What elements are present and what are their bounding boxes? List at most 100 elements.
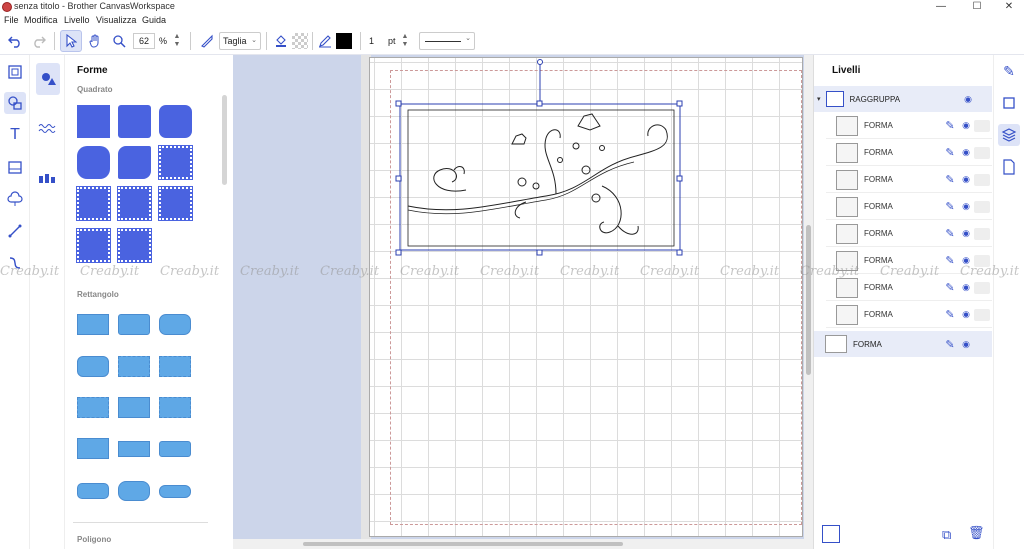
layer-row[interactable]: FORMA ✎ ◉ — [826, 302, 992, 328]
line-style-dropdown[interactable]: ⌄ — [419, 32, 475, 50]
layer-row[interactable]: FORMA ✎ ◉ — [826, 221, 992, 247]
shape-square-stamp[interactable] — [76, 228, 111, 263]
layer-group-row[interactable]: ▾ RAGGRUPPA ◉ — [814, 86, 992, 112]
text-tool-icon[interactable]: T — [4, 124, 26, 146]
eye-icon[interactable]: ◉ — [958, 120, 974, 131]
text-shapes-icon[interactable] — [36, 167, 58, 189]
pattern-cloud-icon[interactable] — [4, 188, 26, 210]
shape-square-rounded-small[interactable] — [118, 105, 151, 138]
redo-icon[interactable] — [28, 30, 50, 52]
eye-icon[interactable]: ◉ — [958, 228, 974, 239]
menu-visualizza[interactable]: Visualizza — [96, 15, 136, 25]
eye-icon[interactable]: ◉ — [958, 174, 974, 185]
shape-rectangle-rounded[interactable] — [118, 314, 150, 335]
line-color-swatch[interactable] — [336, 33, 352, 49]
layer-row[interactable]: FORMA ✎ ◉ — [826, 248, 992, 274]
shapes-icon[interactable] — [4, 92, 26, 114]
layer-row[interactable]: FORMA ✎ ◉ — [826, 194, 992, 220]
shape-square-rounded-large[interactable] — [77, 146, 110, 179]
eye-icon[interactable]: ◉ — [958, 201, 974, 212]
cutting-mat[interactable] — [369, 57, 803, 537]
shape-rectangle[interactable] — [77, 314, 109, 335]
scroll-thumb[interactable] — [303, 542, 623, 546]
shape-square[interactable] — [77, 105, 110, 138]
pen-icon[interactable]: ✎ — [942, 281, 958, 294]
zoom-input[interactable]: 62 — [133, 33, 155, 49]
layer-toggle[interactable] — [974, 173, 990, 186]
shape-rectangle-pill[interactable] — [118, 481, 150, 501]
layer-toggle[interactable] — [974, 146, 990, 159]
border-shapes-icon[interactable] — [36, 117, 58, 139]
layer-row[interactable]: FORMA ✎ ◉ — [826, 167, 992, 193]
shape-rectangle-pill[interactable] — [77, 483, 109, 499]
pen-icon[interactable]: ✎ — [942, 200, 958, 213]
layer-toggle[interactable] — [974, 254, 990, 267]
duplicate-layer-icon[interactable]: ⧉ — [942, 527, 951, 543]
close-button[interactable]: ✕ — [996, 0, 1022, 14]
shape-square-stamp[interactable] — [76, 186, 111, 221]
edit-brush-icon[interactable]: ✎ — [998, 60, 1020, 82]
pen-icon[interactable]: ✎ — [942, 146, 958, 159]
page-settings-icon[interactable] — [998, 156, 1020, 178]
shape-square-stamp[interactable] — [117, 186, 152, 221]
pen-icon[interactable]: ✎ — [942, 173, 958, 186]
shape-rectangle-stamp[interactable] — [77, 397, 109, 418]
menu-livello[interactable]: Livello — [64, 15, 90, 25]
shape-rectangle-stamp[interactable] — [159, 397, 191, 418]
line-width-stepper[interactable]: ▲ ▼ — [399, 33, 411, 49]
shape-square-scalloped[interactable] — [118, 146, 151, 179]
line-draw-icon[interactable] — [4, 220, 26, 242]
canvas-area[interactable] — [233, 55, 813, 549]
eye-icon[interactable]: ◉ — [958, 339, 974, 350]
layer-toggle[interactable] — [974, 119, 990, 132]
shape-square-stamp[interactable] — [117, 228, 152, 263]
curve-draw-icon[interactable] — [4, 252, 26, 274]
eye-icon[interactable]: ◉ — [958, 309, 974, 320]
pen-icon[interactable]: ✎ — [942, 227, 958, 240]
canvas-vertical-scrollbar[interactable] — [804, 55, 813, 539]
layers-icon[interactable] — [998, 124, 1020, 146]
scroll-thumb[interactable] — [806, 225, 811, 375]
shape-rectangle-stamp[interactable] — [159, 356, 191, 377]
shape-rectangle-wide[interactable] — [159, 441, 191, 457]
pen-icon[interactable]: ✎ — [942, 119, 958, 132]
shape-square-stamp[interactable] — [158, 186, 193, 221]
eye-icon[interactable]: ◉ — [958, 147, 974, 158]
fill-bucket-icon[interactable] — [270, 30, 292, 52]
shape-rectangle-rounded[interactable] — [159, 314, 191, 335]
group-layers-icon[interactable] — [822, 525, 840, 543]
delete-trash-icon[interactable]: 🗑 — [968, 525, 985, 541]
minimize-button[interactable]: — — [928, 0, 954, 14]
layer-toggle[interactable] — [974, 200, 990, 213]
basic-shapes-icon[interactable] — [36, 63, 60, 95]
maximize-button[interactable]: ☐ — [964, 0, 990, 14]
pen-icon[interactable]: ✎ — [942, 338, 958, 351]
shape-rectangle-pill[interactable] — [159, 485, 191, 498]
layer-row[interactable]: FORMA ✎ ◉ — [826, 140, 992, 166]
image-trace-icon[interactable] — [4, 156, 26, 178]
shape-rectangle[interactable] — [118, 397, 150, 418]
shape-rectangle[interactable] — [77, 438, 109, 459]
shape-rectangle-wide[interactable] — [118, 441, 150, 457]
shape-square-stamp[interactable] — [158, 145, 193, 180]
menu-file[interactable]: File — [4, 15, 19, 25]
zoom-magnifier-icon[interactable] — [108, 30, 130, 52]
template-icon[interactable] — [4, 61, 26, 83]
layer-row[interactable]: FORMA ✎ ◉ — [826, 275, 992, 301]
eye-icon[interactable]: ◉ — [960, 94, 976, 105]
zoom-stepper[interactable]: ▲ ▼ — [171, 33, 183, 49]
select-arrow-icon[interactable] — [60, 30, 82, 52]
layer-toggle[interactable] — [974, 308, 990, 321]
pen-icon[interactable]: ✎ — [942, 254, 958, 267]
eye-icon[interactable]: ◉ — [958, 255, 974, 266]
line-width-input[interactable]: 1 — [369, 36, 374, 46]
shape-square-rounded[interactable] — [159, 105, 192, 138]
pen-icon[interactable]: ✎ — [942, 308, 958, 321]
shapes-scrollbar[interactable] — [222, 95, 227, 185]
shape-rectangle-rounded[interactable] — [77, 356, 109, 377]
menu-modifica[interactable]: Modifica — [24, 15, 58, 25]
layer-row-bottom[interactable]: FORMA ✎ ◉ — [814, 331, 992, 357]
menu-guida[interactable]: Guida — [142, 15, 166, 25]
line-pen-icon[interactable] — [314, 30, 336, 52]
fill-color-swatch[interactable] — [292, 33, 308, 49]
